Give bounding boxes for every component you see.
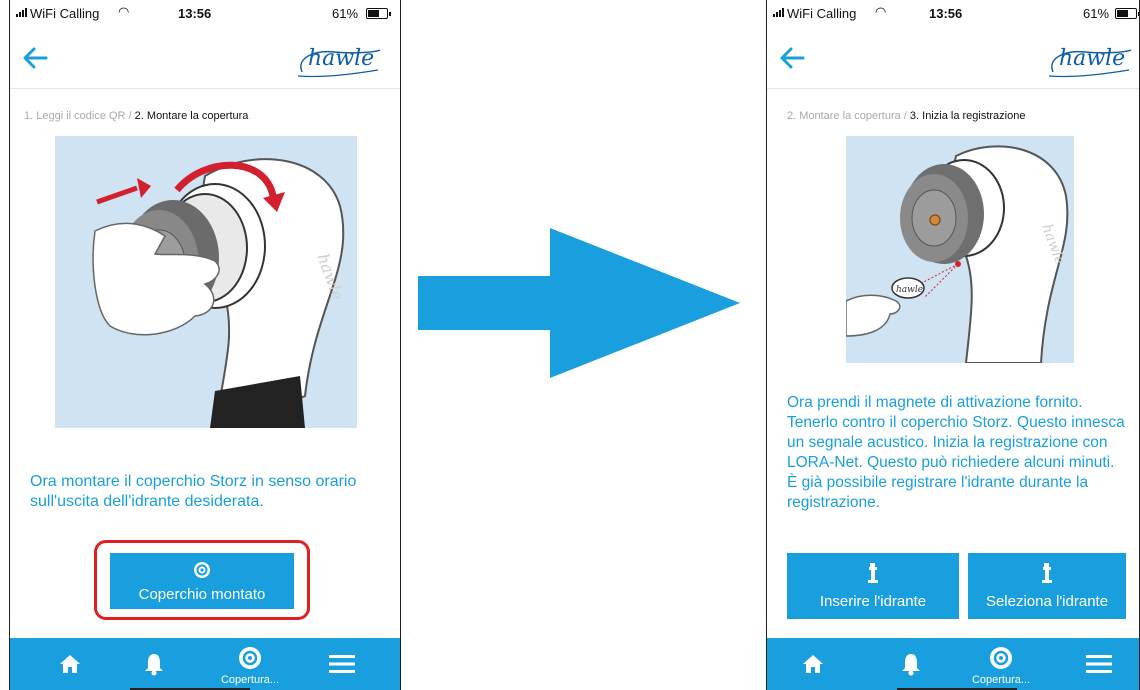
breadcrumb: 2. Montare la copertura / 3. Inizia la r… bbox=[787, 110, 1025, 122]
instruction-text: Ora montare il coperchio Storz in senso … bbox=[30, 473, 357, 510]
status-bar: WiFi Calling ◠ 13:56 61% bbox=[767, 0, 1139, 28]
tab-cover-label: Copertura... bbox=[971, 674, 1031, 686]
clock: 13:56 bbox=[178, 6, 212, 21]
signal-icon bbox=[16, 8, 27, 17]
activation-magnet-illustration: hawle hawle bbox=[846, 136, 1074, 363]
app-header: hawle bbox=[10, 28, 400, 89]
bell-icon bbox=[145, 654, 163, 676]
right-arrow-icon bbox=[418, 228, 740, 378]
breadcrumb-previous[interactable]: 2. Montare la copertura bbox=[787, 110, 901, 122]
left-phone-screen: WiFi Calling ◠ 13:56 61% hawle 1. Leggi … bbox=[9, 0, 401, 690]
tab-cover[interactable]: Copertura... bbox=[961, 638, 1041, 690]
carrier-label: WiFi Calling bbox=[30, 6, 100, 21]
breadcrumb-current: 3. Inizia la registrazione bbox=[909, 110, 1026, 122]
status-bar: WiFi Calling ◠ 13:56 61% bbox=[10, 0, 400, 28]
clock: 13:56 bbox=[929, 6, 963, 21]
cover-icon bbox=[990, 647, 1012, 669]
battery-icon bbox=[366, 8, 391, 19]
tab-menu[interactable] bbox=[302, 638, 382, 690]
instruction-text: Ora prendi il magnete di attivazione for… bbox=[787, 394, 1125, 511]
wifi-icon: ◠ bbox=[875, 4, 887, 19]
hydrant-icon bbox=[1042, 563, 1052, 583]
tab-home[interactable] bbox=[773, 638, 853, 690]
logo-text: hawle bbox=[1059, 46, 1126, 71]
tab-notifications[interactable] bbox=[114, 638, 194, 690]
right-phone-screen: WiFi Calling ◠ 13:56 61% hawle 2. Montar… bbox=[766, 0, 1140, 690]
tab-cover[interactable]: Copertura... bbox=[210, 638, 290, 690]
tab-cover-label: Copertura... bbox=[220, 674, 280, 686]
back-arrow-icon[interactable] bbox=[779, 46, 805, 70]
breadcrumb-current: 2. Montare la copertura bbox=[134, 110, 249, 122]
home-icon bbox=[803, 655, 823, 673]
select-hydrant-button[interactable]: Seleziona l'idrante bbox=[968, 553, 1126, 619]
hawle-logo: hawle bbox=[1045, 46, 1133, 78]
tab-menu[interactable] bbox=[1059, 638, 1139, 690]
carrier-label: WiFi Calling bbox=[787, 6, 857, 21]
app-header: hawle bbox=[767, 28, 1139, 89]
signal-icon bbox=[773, 8, 784, 17]
select-hydrant-label: Seleziona l'idrante bbox=[985, 593, 1109, 610]
cover-mounted-label: Coperchio montato bbox=[138, 586, 266, 603]
battery-percent: 61% bbox=[332, 6, 359, 21]
insert-hydrant-button[interactable]: Inserire l'idrante bbox=[787, 553, 959, 619]
wifi-icon: ◠ bbox=[118, 4, 130, 19]
breadcrumb-separator: / bbox=[125, 110, 135, 122]
mounting-cover-illustration: hawle bbox=[55, 136, 357, 428]
breadcrumb: 1. Leggi il codice QR / 2. Montare la co… bbox=[24, 110, 248, 122]
insert-hydrant-label: Inserire l'idrante bbox=[819, 593, 927, 610]
tab-notifications[interactable] bbox=[871, 638, 951, 690]
logo-text: hawle bbox=[308, 46, 375, 71]
battery-percent: 61% bbox=[1083, 6, 1110, 21]
home-icon bbox=[60, 655, 80, 673]
tab-home[interactable] bbox=[30, 638, 110, 690]
menu-icon bbox=[329, 655, 355, 673]
cover-mounted-button[interactable]: Coperchio montato bbox=[110, 553, 294, 609]
hawle-logo: hawle bbox=[294, 46, 382, 78]
tab-bar: Copertura... bbox=[10, 638, 400, 690]
bell-icon bbox=[902, 654, 920, 676]
cover-icon bbox=[194, 562, 210, 578]
tab-bar: Copertura... bbox=[767, 638, 1139, 690]
back-arrow-icon[interactable] bbox=[22, 46, 48, 70]
breadcrumb-previous[interactable]: 1. Leggi il codice QR bbox=[24, 110, 126, 122]
svg-text:hawle: hawle bbox=[896, 285, 923, 295]
cover-icon bbox=[239, 647, 261, 669]
breadcrumb-separator: / bbox=[900, 110, 910, 122]
menu-icon bbox=[1086, 655, 1112, 673]
battery-icon bbox=[1115, 8, 1139, 19]
hydrant-icon bbox=[868, 563, 878, 583]
